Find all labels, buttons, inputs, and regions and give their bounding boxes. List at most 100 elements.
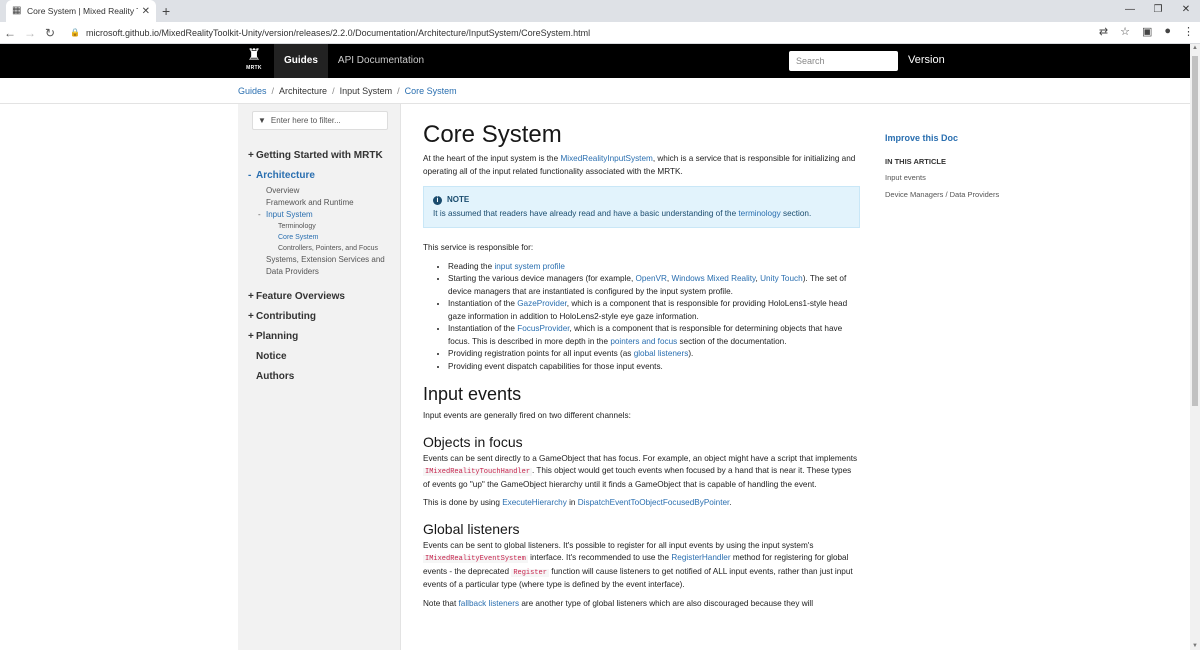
text: Events can be sent to global listeners. … bbox=[423, 540, 814, 550]
site-header: ♜ MRTK Guides API Documentation Version bbox=[0, 44, 1200, 78]
version-dropdown[interactable]: Version bbox=[908, 54, 945, 66]
link-mixedrealityinputsystem[interactable]: MixedRealityInputSystem bbox=[560, 154, 652, 163]
article-link-device-managers[interactable]: Device Managers / Data Providers bbox=[885, 189, 1035, 200]
browser-tabbar: ▦ Core System | Mixed Reality Tooli ✕ + … bbox=[0, 0, 1200, 22]
link-fallback-listeners[interactable]: fallback listeners bbox=[459, 599, 520, 608]
article-link-input-events[interactable]: Input events bbox=[885, 172, 1035, 183]
logo-text: MRTK bbox=[246, 65, 262, 71]
nav-api-documentation[interactable]: API Documentation bbox=[328, 44, 434, 78]
breadcrumb-separator: / bbox=[332, 85, 335, 96]
improve-doc-link[interactable]: Improve this Doc bbox=[885, 133, 1035, 143]
note-body: It is assumed that readers have already … bbox=[433, 208, 850, 221]
toc-overview[interactable]: Overview bbox=[248, 185, 398, 197]
toc-getting-started[interactable]: + Getting Started with MRTK bbox=[248, 145, 398, 165]
lock-icon: 🔒 bbox=[70, 28, 80, 37]
toc-notice[interactable]: Notice bbox=[248, 346, 398, 366]
close-tab-icon[interactable]: ✕ bbox=[142, 6, 150, 17]
list-item: Instantiation of the FocusProvider, whic… bbox=[448, 323, 860, 348]
breadcrumb: Guides / Architecture / Input System / C… bbox=[0, 78, 1200, 104]
toc-framework[interactable]: Framework and Runtime bbox=[248, 197, 398, 209]
text: Providing registration points for all in… bbox=[448, 349, 634, 358]
link-terminology[interactable]: terminology bbox=[738, 209, 780, 218]
toc-authors[interactable]: Authors bbox=[248, 366, 398, 386]
mrtk-logo[interactable]: ♜ MRTK bbox=[243, 47, 265, 75]
breadcrumb-input-system: Input System bbox=[339, 85, 393, 96]
toc-systems[interactable]: Systems, Extension Services and Data Pro… bbox=[248, 254, 398, 278]
breadcrumb-guides[interactable]: Guides bbox=[238, 86, 267, 96]
toc-label: Getting Started with MRTK bbox=[256, 149, 383, 161]
toc-label: Feature Overviews bbox=[256, 290, 345, 302]
toc-feature-overviews[interactable]: + Feature Overviews bbox=[248, 286, 398, 306]
forward-icon[interactable]: → bbox=[20, 26, 40, 40]
link-executehierarchy[interactable]: ExecuteHierarchy bbox=[502, 498, 567, 507]
link-global-listeners[interactable]: global listeners bbox=[634, 349, 689, 358]
global-paragraph: Events can be sent to global listeners. … bbox=[423, 540, 860, 592]
menu-icon[interactable]: ⋮ bbox=[1183, 25, 1194, 38]
heading-global-listeners: Global listeners bbox=[423, 520, 520, 537]
link-focusprovider[interactable]: FocusProvider bbox=[517, 324, 569, 333]
toc-terminology[interactable]: Terminology bbox=[248, 221, 398, 232]
url-text: microsoft.github.io/MixedRealityToolkit-… bbox=[85, 27, 591, 38]
mrtk-logo-icon: ♜ bbox=[246, 47, 262, 64]
scrollbar-thumb[interactable] bbox=[1192, 56, 1198, 406]
info-icon: i bbox=[433, 195, 442, 205]
toc-architecture[interactable]: - Architecture bbox=[248, 165, 398, 185]
breadcrumb-core-system[interactable]: Core System bbox=[405, 86, 457, 96]
toc: + Getting Started with MRTK - Architecture… bbox=[248, 145, 398, 386]
text: Events can be sent directly to a GameObj… bbox=[423, 453, 858, 463]
url-field[interactable]: 🔒 microsoft.github.io/MixedRealityToolki… bbox=[70, 28, 590, 38]
extension-icon[interactable]: ▣ bbox=[1142, 25, 1152, 38]
page-scrollbar[interactable]: ▲ ▼ bbox=[1190, 44, 1200, 650]
list-item: Starting the various device managers (fo… bbox=[448, 273, 860, 298]
close-window-icon[interactable]: ✕ bbox=[1172, 0, 1200, 20]
note-title: i NOTE bbox=[433, 194, 850, 207]
browser-tab[interactable]: ▦ Core System | Mixed Reality Tooli ✕ bbox=[6, 0, 156, 22]
back-icon[interactable]: ← bbox=[0, 26, 20, 40]
minimize-icon[interactable]: — bbox=[1116, 0, 1144, 20]
text: Reading the bbox=[448, 261, 495, 271]
text: section of the documentation. bbox=[677, 336, 787, 346]
bookmark-star-icon[interactable]: ☆ bbox=[1120, 25, 1130, 38]
link-pointers-and-focus[interactable]: pointers and focus bbox=[610, 337, 677, 346]
input-events-paragraph: Input events are generally fired on two … bbox=[423, 411, 631, 420]
list-item: Providing event dispatch capabilities fo… bbox=[448, 361, 860, 374]
filter-input[interactable]: ▼ Enter here to filter... bbox=[252, 111, 388, 130]
toc-label: Planning bbox=[256, 330, 299, 342]
link-dispatch-event[interactable]: DispatchEventToObjectFocusedByPointer bbox=[578, 498, 730, 507]
nav-guides[interactable]: Guides bbox=[274, 44, 328, 78]
toc-label: Input System bbox=[266, 210, 313, 219]
text: . bbox=[729, 498, 732, 507]
text: It is assumed that readers have already … bbox=[433, 208, 739, 218]
toc-core-system[interactable]: Core System bbox=[248, 232, 398, 243]
link-registerhandler[interactable]: RegisterHandler bbox=[671, 553, 730, 562]
link-gazeprovider[interactable]: GazeProvider bbox=[517, 299, 567, 308]
page-body: ▼ Enter here to filter... + Getting Start… bbox=[0, 104, 1200, 650]
responsible-intro: This service is responsible for: bbox=[423, 243, 534, 252]
text: NOTE bbox=[447, 195, 470, 204]
profile-icon[interactable]: ● bbox=[1164, 25, 1171, 38]
text: At the heart of the input system is the bbox=[423, 154, 561, 163]
in-this-article-heading: IN THIS ARTICLE bbox=[885, 157, 946, 166]
search-input[interactable] bbox=[789, 51, 898, 71]
translate-icon[interactable]: ⇄ bbox=[1099, 25, 1108, 38]
toc-contributing[interactable]: + Contributing bbox=[248, 306, 398, 326]
text: Starting the various device managers (fo… bbox=[448, 274, 636, 283]
link-windows-mixed-reality[interactable]: Windows Mixed Reality bbox=[671, 274, 755, 283]
breadcrumb-separator: / bbox=[397, 85, 400, 96]
reload-icon[interactable]: ↻ bbox=[40, 26, 60, 40]
new-tab-icon[interactable]: + bbox=[162, 3, 170, 19]
code-touch-handler: IMixedRealityTouchHandler bbox=[423, 468, 533, 476]
toc-controllers[interactable]: Controllers, Pointers, and Focus bbox=[248, 243, 398, 254]
toc-input-system[interactable]: - Input System bbox=[248, 209, 398, 221]
scroll-up-icon[interactable]: ▲ bbox=[1190, 45, 1200, 51]
heading-input-events: Input events bbox=[423, 384, 522, 404]
scroll-down-icon[interactable]: ▼ bbox=[1190, 643, 1200, 649]
responsibility-list: Reading the input system profile Startin… bbox=[448, 261, 860, 374]
link-openvr[interactable]: OpenVR bbox=[636, 274, 667, 283]
note-box: i NOTE It is assumed that readers have al… bbox=[423, 186, 860, 228]
maximize-icon[interactable]: ❐ bbox=[1144, 0, 1172, 20]
text: Note that bbox=[423, 598, 459, 608]
link-unity-touch[interactable]: Unity Touch bbox=[760, 274, 803, 283]
toc-planning[interactable]: + Planning bbox=[248, 326, 398, 346]
link-input-system-profile[interactable]: input system profile bbox=[494, 262, 565, 271]
